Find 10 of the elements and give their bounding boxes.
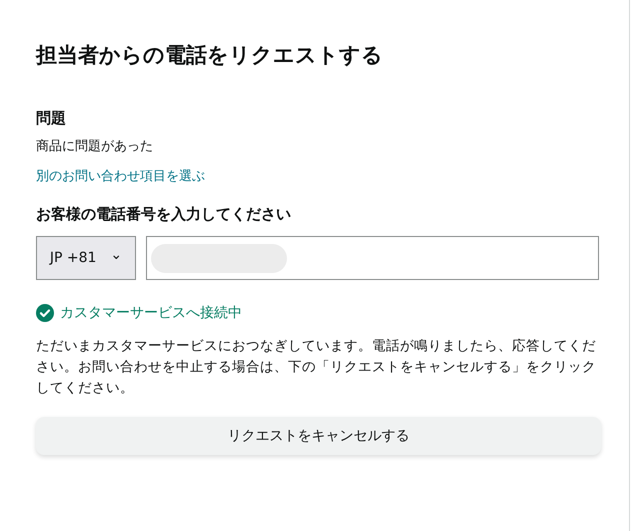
cancel-request-button[interactable]: リクエストをキャンセルする: [36, 417, 601, 455]
choose-topic-link[interactable]: 別のお問い合わせ項目を選ぶ: [36, 168, 205, 186]
page-title: 担当者からの電話をリクエストする: [36, 42, 383, 69]
country-code-select[interactable]: JP +81 ⌄: [36, 236, 136, 280]
section-heading: お客様の電話番号を入力してください: [36, 204, 291, 224]
phone-input-field[interactable]: [146, 236, 599, 280]
status-message: ただいまカスタマーサービスにおつなぎしています。電話が鳴りましたら、応答してください。お問い合わせを中止する場合は、下の「リクエストをキャンセルする」をクリックしてください。: [36, 337, 597, 398]
status-text: カスタマーサービスへ接続中: [60, 304, 242, 322]
section-heading: 問題: [36, 108, 66, 128]
issue-value: 商品に問題があった: [36, 138, 153, 156]
